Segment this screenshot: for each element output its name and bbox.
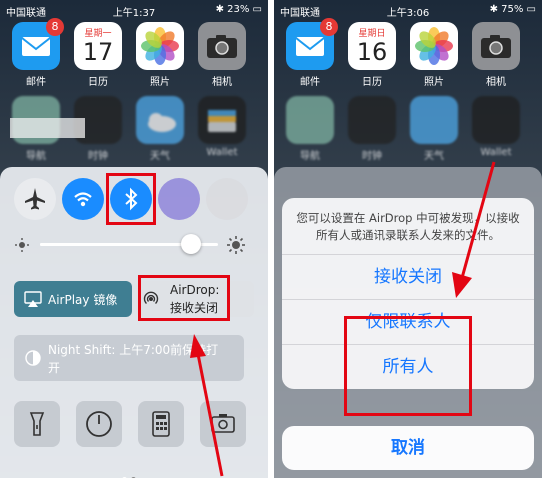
app-weather[interactable]: 天气: [136, 96, 184, 162]
timer-icon: [86, 411, 112, 437]
mail-badge: 8: [320, 18, 338, 36]
cancel-button[interactable]: 取消: [282, 426, 534, 470]
timer-button[interactable]: [76, 401, 122, 447]
brightness-slider[interactable]: [40, 234, 218, 254]
night-shift-title: Night Shift:: [48, 343, 116, 357]
wallet-icon: [198, 96, 246, 144]
app-label: 照片: [424, 77, 444, 88]
wifi-toggle[interactable]: [62, 178, 104, 220]
bluetooth-status-icon: ✱: [215, 4, 228, 15]
calendar-day: 17: [82, 38, 114, 66]
highlight-box: [344, 316, 472, 416]
status-bar: 中国联通 上午3:06 ✱ 75% ▭: [274, 0, 542, 20]
calculator-button[interactable]: [138, 401, 184, 447]
app-label: Wallet: [480, 147, 512, 158]
app-label: 相机: [212, 77, 232, 88]
brightness-low-icon: [15, 238, 29, 252]
battery-percent: 75%: [501, 4, 524, 15]
app-label: 时钟: [362, 151, 382, 162]
app-mail[interactable]: 8 邮件: [286, 18, 338, 88]
clock-icon: [348, 96, 396, 144]
wifi-icon: [74, 192, 92, 207]
app-calendar[interactable]: 星期日 16 日历: [348, 22, 396, 88]
highlight-box: [138, 275, 230, 321]
calendar-day: 16: [356, 38, 388, 66]
status-bar: 中国联通 上午1:37 ✱ 23% ▭: [0, 0, 268, 20]
app-calendar[interactable]: 星期一 17 日历: [74, 22, 122, 88]
flashlight-icon: [29, 412, 45, 436]
airplay-icon: [24, 291, 42, 307]
do-not-disturb-toggle[interactable]: [158, 178, 200, 220]
app-label: 天气: [150, 151, 170, 162]
app-label: 日历: [88, 77, 108, 88]
app-wallet[interactable]: Wallet: [472, 96, 520, 158]
camera-icon: [472, 22, 520, 70]
weather-icon: [136, 96, 184, 144]
battery-icon: ▭: [249, 4, 262, 15]
app-maps[interactable]: 导航: [286, 96, 334, 162]
brightness-knob[interactable]: [181, 234, 202, 254]
rotation-lock-toggle[interactable]: [206, 178, 248, 220]
battery-icon: ▭: [523, 4, 536, 15]
watermark-patch: [10, 118, 85, 138]
bluetooth-status-icon: ✱: [489, 4, 502, 15]
app-label: 照片: [150, 77, 170, 88]
camera-icon: [198, 22, 246, 70]
night-shift-detail-line2: 开: [48, 361, 61, 375]
maps-icon: [286, 96, 334, 144]
app-camera[interactable]: 相机: [472, 22, 520, 88]
app-label: 时钟: [88, 151, 108, 162]
app-label: 日历: [362, 77, 382, 88]
red-arrow: [452, 161, 496, 298]
app-label: 导航: [300, 151, 320, 162]
battery-percent: 23%: [227, 4, 250, 15]
app-label: 邮件: [300, 77, 320, 88]
app-label: 相机: [486, 77, 506, 88]
airplay-button[interactable]: AirPlay 镜像: [14, 281, 132, 317]
app-mail[interactable]: 8 邮件: [12, 18, 64, 88]
app-photos[interactable]: 照片: [136, 22, 184, 88]
app-label: Wallet: [206, 147, 238, 158]
app-weather[interactable]: 天气: [410, 96, 458, 162]
app-wallet[interactable]: Wallet: [198, 96, 246, 158]
calendar-icon: 星期日 16: [348, 22, 396, 70]
page-indicator: [122, 467, 146, 478]
airplane-icon: [25, 188, 45, 210]
calendar-icon: 星期一 17: [74, 22, 122, 70]
app-camera[interactable]: 相机: [198, 22, 246, 88]
wallet-icon: [472, 96, 520, 144]
mail-badge: 8: [46, 18, 64, 36]
photos-icon: [410, 22, 458, 70]
left-phone-screen: 中国联通 上午1:37 ✱ 23% ▭ 8 邮件 星期一 17 日历 照片 相机…: [0, 0, 268, 478]
night-shift-icon: [25, 350, 41, 366]
app-photos[interactable]: 照片: [410, 22, 458, 88]
app-label: 导航: [26, 151, 46, 162]
airplay-label: AirPlay 镜像: [48, 293, 118, 307]
highlight-box: [106, 173, 156, 225]
photos-icon: [136, 22, 184, 70]
brightness-fill: [40, 243, 192, 246]
flashlight-button[interactable]: [14, 401, 60, 447]
red-arrow: [190, 334, 224, 477]
brightness-high-icon: [227, 236, 245, 254]
app-clock[interactable]: 时钟: [348, 96, 396, 162]
app-label: 邮件: [26, 77, 46, 88]
calculator-icon: [152, 411, 170, 437]
airplane-mode-toggle[interactable]: [14, 178, 56, 220]
weather-icon: [410, 96, 458, 144]
right-phone-screen: 中国联通 上午3:06 ✱ 75% ▭ 8 邮件 星期日 16 日历 照片 相机…: [274, 0, 542, 478]
